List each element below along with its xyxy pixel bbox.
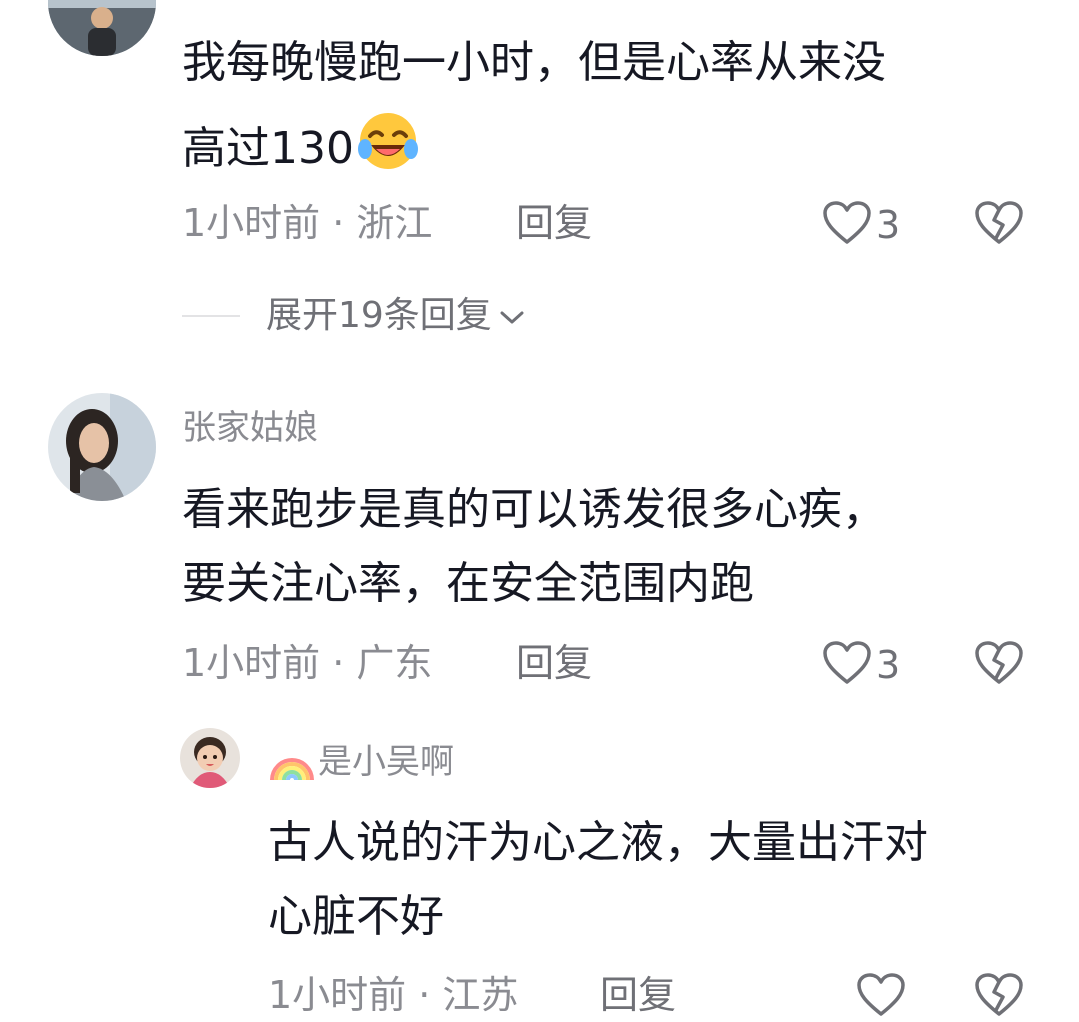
reply-button[interactable]: 回复: [600, 972, 676, 1018]
expand-replies-button[interactable]: 展开19条回复: [266, 294, 526, 338]
comment-text-span: 高过130: [182, 123, 354, 174]
comment-author[interactable]: 张家姑娘: [182, 408, 318, 448]
avatar[interactable]: [48, 393, 156, 501]
dislike-button[interactable]: [974, 200, 1024, 250]
like-count: 3: [876, 643, 901, 687]
reply-author[interactable]: 是小吴啊: [268, 742, 454, 782]
broken-heart-icon: [974, 201, 1024, 250]
rainbow-icon: [268, 742, 318, 782]
comment-text-line: 要关注心率，在安全范围内跑: [182, 558, 754, 609]
broken-heart-icon: [974, 973, 1024, 1022]
reply-text-line: 心脏不好: [268, 891, 444, 942]
avatar[interactable]: [180, 728, 240, 788]
dislike-button[interactable]: [974, 972, 1024, 1022]
comment-text-line: 看来跑步是真的可以诱发很多心疾，: [182, 484, 886, 535]
divider-line: [182, 315, 240, 317]
expand-replies-label: 展开19条回复: [266, 295, 492, 336]
heart-outline-icon: [856, 972, 906, 1022]
heart-outline-icon: [822, 200, 872, 250]
reply-text-line: 古人说的汗为心之液，大量出汗对: [268, 817, 928, 868]
reply-author-name: 是小吴啊: [318, 742, 454, 782]
comment-text-line: 高过130: [182, 109, 420, 196]
comment-text-line: 我每晚慢跑一小时，但是心率从来没: [182, 37, 886, 88]
comment-meta: 1小时前 · 浙江: [182, 201, 433, 245]
like-button[interactable]: [856, 972, 906, 1022]
reply-meta: 1小时前 · 江苏: [268, 973, 519, 1017]
broken-heart-icon: [974, 641, 1024, 690]
reply-button[interactable]: 回复: [516, 200, 592, 246]
reply-button[interactable]: 回复: [516, 640, 592, 686]
dislike-button[interactable]: [974, 640, 1024, 690]
heart-outline-icon: [822, 640, 872, 690]
laughing-crying-emoji-icon: [356, 109, 420, 196]
like-count: 3: [876, 203, 901, 247]
comment-meta: 1小时前 · 广东: [182, 641, 433, 685]
chevron-down-icon: [498, 294, 526, 338]
avatar[interactable]: [48, 0, 156, 56]
like-button[interactable]: 3: [822, 640, 900, 690]
like-button[interactable]: 3: [822, 200, 900, 250]
